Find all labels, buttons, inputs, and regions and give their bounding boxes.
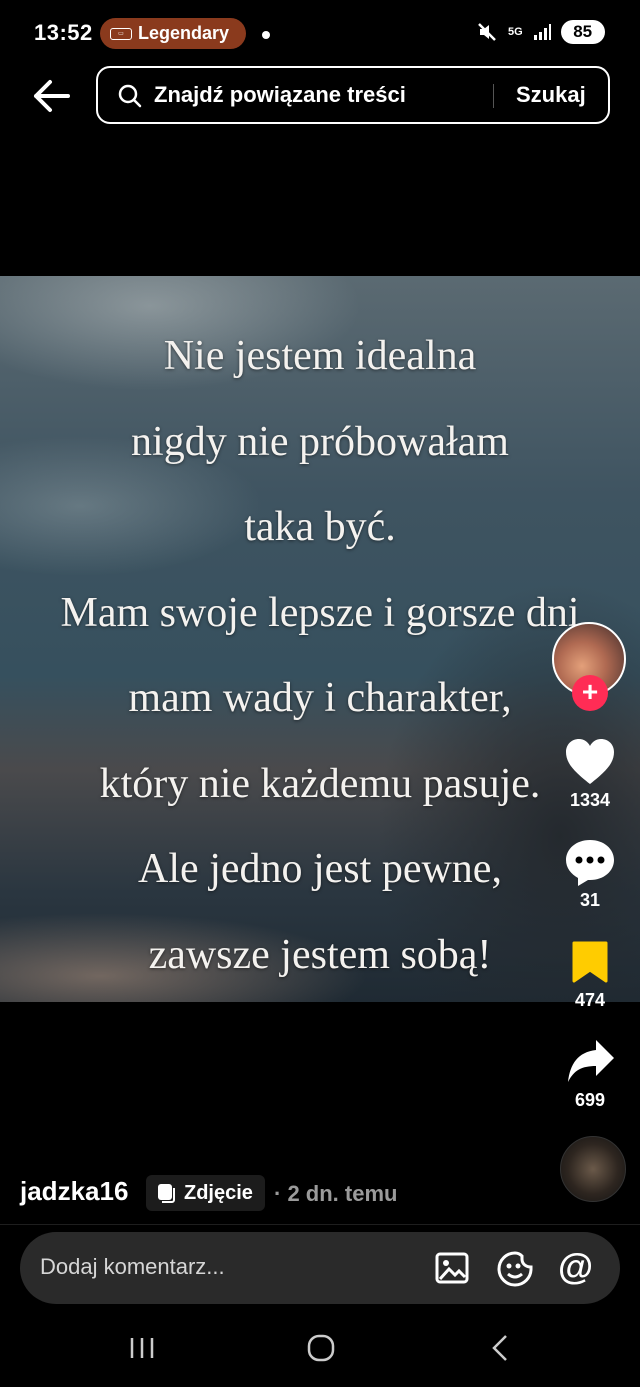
save-count: 474 [574, 990, 606, 1010]
comment-button[interactable] [564, 838, 616, 893]
search-divider [493, 84, 494, 108]
poem-line: zawsze jestem sobą! [148, 931, 492, 978]
poem-line: Mam swoje lepsze i gorsze dni [60, 589, 580, 636]
comment-input[interactable]: Dodaj komentarz... [40, 1254, 225, 1280]
share-count: 699 [574, 1090, 606, 1110]
post-time: · 2 dn. temu [274, 1181, 398, 1206]
divider [0, 1224, 640, 1225]
emoji-icon[interactable] [496, 1250, 534, 1288]
comment-count: 31 [579, 890, 601, 910]
like-button[interactable] [564, 738, 616, 791]
app-status-badge: ▭ Legendary [100, 18, 246, 49]
home-icon[interactable] [304, 1330, 340, 1366]
search-button[interactable]: Szukaj [516, 82, 586, 108]
poem-text: Nie jestem idealna nigdy nie próbowałam … [0, 314, 640, 998]
post-image[interactable]: Nie jestem idealna nigdy nie próbowałam … [0, 276, 640, 1002]
poem-line: Ale jedno jest pewne, [138, 846, 502, 892]
related-search-box[interactable]: Znajdź powiązane treści Szukaj [96, 66, 610, 124]
poem-line: nigdy nie próbowałam [131, 418, 509, 465]
music-disc[interactable] [560, 1136, 626, 1202]
share-icon [568, 1040, 614, 1082]
comment-bar[interactable]: Dodaj komentarz... @ [20, 1232, 620, 1304]
heart-icon [566, 739, 614, 784]
image-icon[interactable] [434, 1250, 470, 1286]
battery-indicator: 85 [560, 20, 605, 44]
post-type-badge: Zdjęcie [146, 1175, 265, 1211]
battery-level: 85 [573, 22, 593, 41]
badge-logo-icon: ▭ [110, 27, 132, 40]
notification-dot [262, 31, 270, 39]
system-status-icons: 5G 85 [476, 20, 605, 44]
share-button[interactable] [566, 1038, 616, 1089]
back-arrow-icon [34, 80, 70, 112]
nav-back-icon[interactable] [486, 1330, 516, 1366]
status-time: 13:52 [34, 20, 93, 45]
follow-button[interactable]: + [572, 675, 608, 711]
comment-icon [566, 840, 614, 886]
signal-icon [533, 24, 551, 40]
username[interactable]: jadzka16 [20, 1176, 128, 1207]
recents-icon[interactable] [128, 1330, 158, 1366]
network-type: 5G [508, 26, 523, 38]
mute-icon [478, 23, 496, 41]
bookmark-icon [572, 941, 608, 983]
search-input[interactable]: Znajdź powiązane treści [154, 82, 406, 108]
badge-label: Legendary [138, 23, 230, 43]
save-button[interactable] [571, 940, 609, 989]
like-count: 1334 [569, 790, 611, 810]
post-type-label: Zdjęcie [184, 1181, 253, 1204]
poem-line: mam wady i charakter, [128, 675, 512, 721]
poem-line: który nie każdemu pasuje. [99, 760, 541, 807]
search-icon [118, 84, 142, 108]
back-button[interactable] [30, 78, 72, 114]
photo-stack-icon [158, 1184, 175, 1203]
mention-icon[interactable]: @ [558, 1246, 593, 1288]
poem-line: taka być. [244, 504, 396, 550]
poem-line: Nie jestem idealna [163, 333, 477, 379]
